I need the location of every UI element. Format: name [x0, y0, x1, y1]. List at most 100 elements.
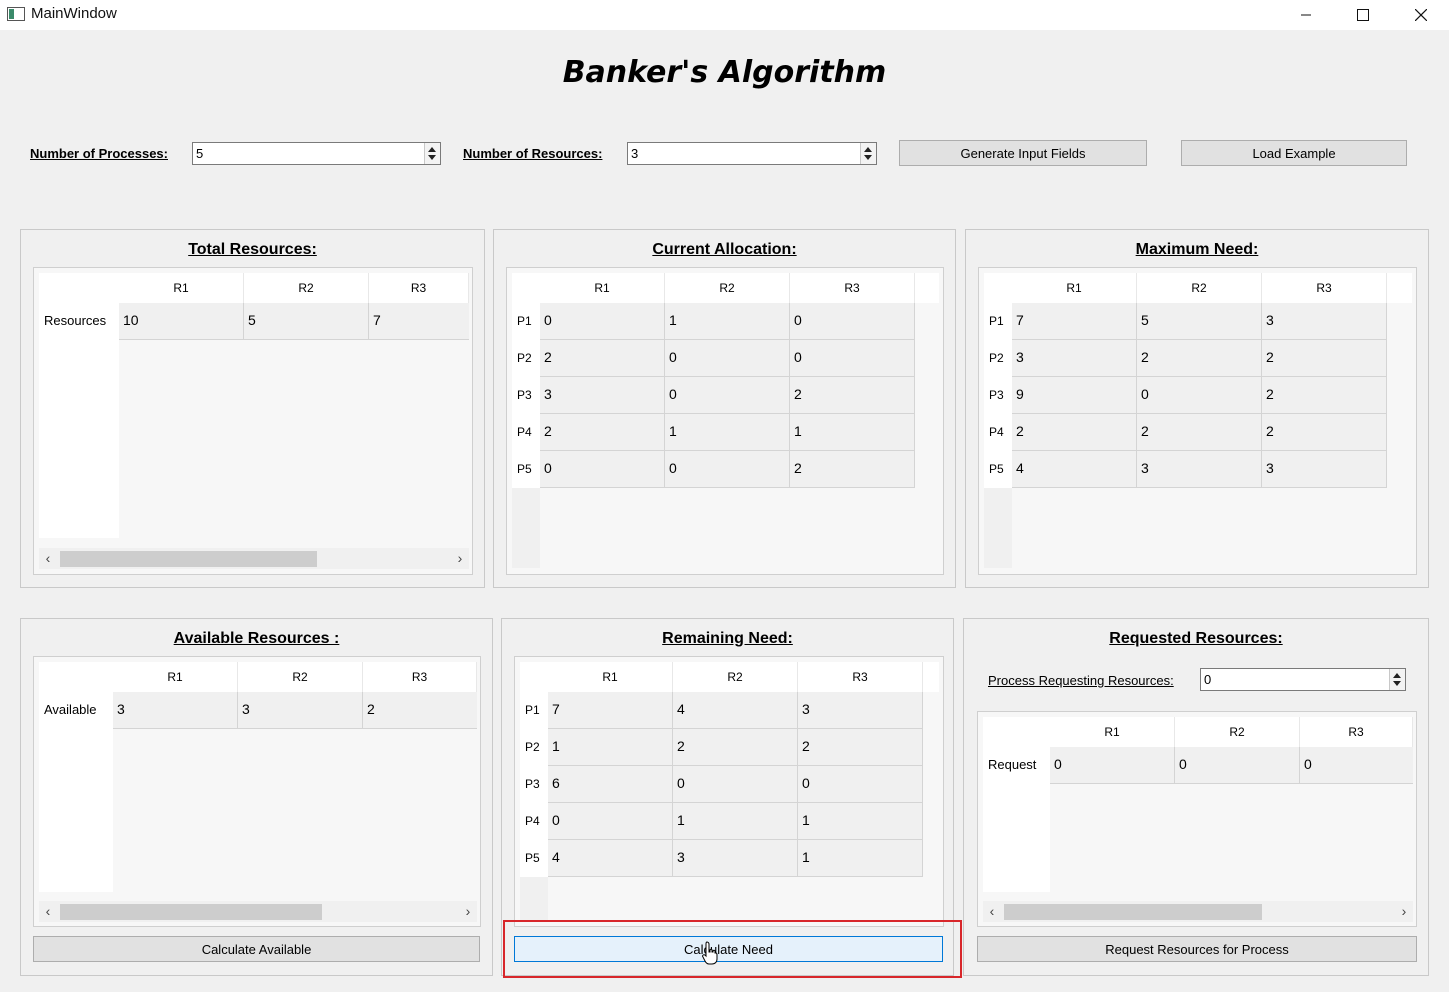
column-header-r3[interactable]: R3	[790, 273, 915, 303]
close-button[interactable]	[1398, 0, 1444, 30]
table-cell[interactable]: 1	[548, 729, 673, 766]
scroll-left-icon[interactable]: ‹	[39, 901, 57, 922]
table-cell[interactable]: 2	[1012, 414, 1137, 451]
table-cell[interactable]: 3	[1137, 451, 1262, 488]
table-cell[interactable]: 1	[665, 303, 790, 340]
num-processes-spinbox[interactable]: 5	[192, 142, 441, 165]
table-cell[interactable]: 2	[1262, 340, 1387, 377]
column-header-r2[interactable]: R2	[673, 662, 798, 692]
row-header-p3[interactable]: P3	[512, 377, 540, 414]
table-cell[interactable]: 5	[1137, 303, 1262, 340]
generate-input-fields-button[interactable]: Generate Input Fields	[899, 140, 1147, 166]
table-cell[interactable]: 4	[1012, 451, 1137, 488]
scroll-right-icon[interactable]: ›	[451, 548, 469, 569]
scroll-right-icon[interactable]: ›	[1395, 901, 1413, 922]
row-header-p5[interactable]: P5	[520, 840, 548, 877]
num-resources-spinbox[interactable]: 3	[627, 142, 877, 165]
column-header-r2[interactable]: R2	[1175, 717, 1300, 747]
spin-up-icon[interactable]	[1393, 673, 1401, 678]
table-cell[interactable]: 5	[244, 303, 369, 340]
row-header-p1[interactable]: P1	[520, 692, 548, 729]
table-cell[interactable]: 9	[1012, 377, 1137, 414]
table-cell[interactable]: 2	[790, 377, 915, 414]
table-cell[interactable]: 0	[548, 803, 673, 840]
table-cell[interactable]: 1	[798, 803, 923, 840]
column-header-r1[interactable]: R1	[119, 273, 244, 303]
column-header-r3[interactable]: R3	[798, 662, 923, 692]
load-example-button[interactable]: Load Example	[1181, 140, 1407, 166]
table-cell[interactable]: 3	[540, 377, 665, 414]
table-cell[interactable]: 3	[238, 692, 363, 729]
column-header-r1[interactable]: R1	[1012, 273, 1137, 303]
table-cell[interactable]: 2	[363, 692, 477, 729]
table-cell[interactable]: 3	[113, 692, 238, 729]
table-cell[interactable]: 1	[673, 803, 798, 840]
row-header-resources[interactable]: Resources	[39, 303, 119, 339]
table-cell[interactable]: 7	[548, 692, 673, 729]
table-cell[interactable]: 3	[1012, 340, 1137, 377]
row-header-p1[interactable]: P1	[512, 303, 540, 340]
process-requesting-spinbox[interactable]: 0	[1200, 668, 1406, 691]
spin-arrows[interactable]	[860, 143, 876, 164]
maximize-button[interactable]	[1340, 0, 1386, 30]
table-cell[interactable]: 0	[665, 451, 790, 488]
spin-down-icon[interactable]	[1393, 681, 1401, 686]
table-cell[interactable]: 4	[673, 692, 798, 729]
table-cell[interactable]: 0	[1137, 377, 1262, 414]
table-cell[interactable]: 0	[798, 766, 923, 803]
table-cell[interactable]: 2	[1262, 377, 1387, 414]
table-cell[interactable]: 0	[1175, 747, 1300, 784]
table-cell[interactable]: 1	[798, 840, 923, 877]
table-cell[interactable]: 6	[548, 766, 673, 803]
table-cell[interactable]: 2	[1137, 340, 1262, 377]
column-header-r3[interactable]: R3	[1262, 273, 1387, 303]
row-header-p2[interactable]: P2	[984, 340, 1012, 377]
scroll-left-icon[interactable]: ‹	[39, 548, 57, 569]
column-header-r1[interactable]: R1	[548, 662, 673, 692]
row-header-p2[interactable]: P2	[512, 340, 540, 377]
row-header-p5[interactable]: P5	[984, 451, 1012, 488]
minimize-button[interactable]	[1283, 0, 1329, 30]
column-header-r3[interactable]: R3	[1300, 717, 1413, 747]
spin-up-icon[interactable]	[864, 147, 872, 152]
spin-up-icon[interactable]	[428, 147, 436, 152]
scroll-right-icon[interactable]: ›	[459, 901, 477, 922]
table-cell[interactable]: 0	[665, 340, 790, 377]
spin-down-icon[interactable]	[864, 155, 872, 160]
table-cell[interactable]: 3	[673, 840, 798, 877]
row-header-p2[interactable]: P2	[520, 729, 548, 766]
row-header-p1[interactable]: P1	[984, 303, 1012, 340]
table-cell[interactable]: 3	[1262, 451, 1387, 488]
column-header-r1[interactable]: R1	[113, 662, 238, 692]
table-cell[interactable]: 0	[540, 303, 665, 340]
spin-arrows[interactable]	[1389, 669, 1405, 690]
table-cell[interactable]: 4	[548, 840, 673, 877]
table-cell[interactable]: 0	[1300, 747, 1413, 784]
row-header-p5[interactable]: P5	[512, 451, 540, 488]
request-resources-button[interactable]: Request Resources for Process	[977, 936, 1417, 962]
horizontal-scrollbar[interactable]: ‹ ›	[39, 901, 477, 922]
table-cell[interactable]: 1	[790, 414, 915, 451]
horizontal-scrollbar[interactable]: ‹ ›	[39, 548, 469, 569]
calculate-available-button[interactable]: Calculate Available	[33, 936, 480, 962]
table-cell[interactable]: 2	[798, 729, 923, 766]
column-header-r2[interactable]: R2	[244, 273, 369, 303]
table-cell[interactable]: 2	[540, 340, 665, 377]
table-cell[interactable]: 3	[798, 692, 923, 729]
scroll-left-icon[interactable]: ‹	[983, 901, 1001, 922]
spin-down-icon[interactable]	[428, 155, 436, 160]
row-header-request[interactable]: Request	[983, 747, 1050, 783]
table-cell[interactable]: 10	[119, 303, 244, 340]
scrollbar-thumb[interactable]	[60, 551, 317, 567]
column-header-r3[interactable]: R3	[369, 273, 469, 303]
table-cell[interactable]: 0	[1050, 747, 1175, 784]
table-cell[interactable]: 7	[369, 303, 469, 340]
table-cell[interactable]: 2	[790, 451, 915, 488]
row-header-p3[interactable]: P3	[984, 377, 1012, 414]
table-cell[interactable]: 1	[665, 414, 790, 451]
column-header-r2[interactable]: R2	[238, 662, 363, 692]
table-cell[interactable]: 2	[540, 414, 665, 451]
row-header-p4[interactable]: P4	[512, 414, 540, 451]
column-header-r1[interactable]: R1	[540, 273, 665, 303]
table-cell[interactable]: 0	[673, 766, 798, 803]
